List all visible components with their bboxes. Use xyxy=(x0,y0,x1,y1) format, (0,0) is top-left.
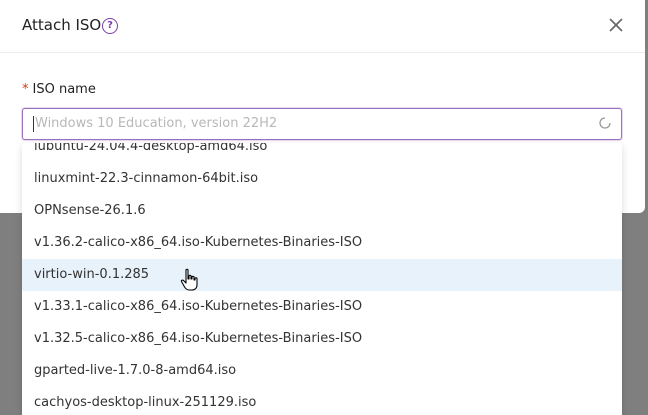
iso-name-label-text: ISO name xyxy=(32,82,96,97)
dropdown-option[interactable]: lubuntu-24.04.4-desktop-amd64.iso xyxy=(22,143,622,163)
close-icon[interactable] xyxy=(608,17,624,33)
dropdown-option[interactable]: v1.32.5-calico-x86_64.iso-Kubernetes-Bin… xyxy=(22,323,622,355)
dropdown-option[interactable]: linuxmint-22.3-cinnamon-64bit.iso xyxy=(22,163,622,195)
text-caret xyxy=(33,116,34,132)
dropdown-option[interactable]: v1.33.1-calico-x86_64.iso-Kubernetes-Bin… xyxy=(22,291,622,323)
dropdown-option[interactable]: OPNsense-26.1.6 xyxy=(22,195,622,227)
dropdown-option[interactable]: v1.36.2-calico-x86_64.iso-Kubernetes-Bin… xyxy=(22,227,622,259)
dialog-header: Attach ISO ? xyxy=(0,0,645,53)
iso-name-input[interactable]: Windows 10 Education, version 22H2 xyxy=(22,108,622,140)
dropdown-option-hovered[interactable]: virtio-win-0.1.285 xyxy=(22,259,622,291)
loading-icon xyxy=(599,117,611,129)
dialog-title: Attach ISO xyxy=(22,16,102,34)
iso-dropdown-list[interactable]: lubuntu-24.04.4-desktop-amd64.iso linuxm… xyxy=(22,143,622,415)
dropdown-option[interactable]: cachyos-desktop-linux-251129.iso xyxy=(22,387,622,415)
required-mark: * xyxy=(22,82,29,97)
iso-name-label: * ISO name xyxy=(22,82,96,97)
question-circle-icon[interactable]: ? xyxy=(102,18,118,34)
dropdown-option[interactable]: gparted-live-1.7.0-8-amd64.iso xyxy=(22,355,622,387)
hand-pointer-icon xyxy=(180,268,198,291)
iso-name-placeholder: Windows 10 Education, version 22H2 xyxy=(35,116,278,131)
